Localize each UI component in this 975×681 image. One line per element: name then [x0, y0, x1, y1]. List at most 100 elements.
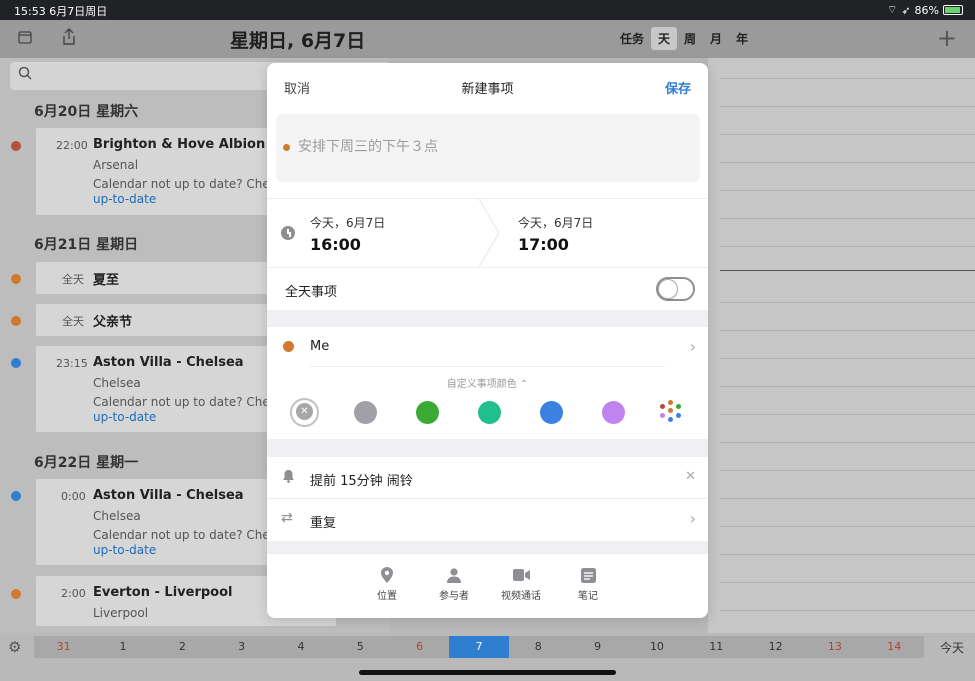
dialog-title: 新建事项	[461, 82, 514, 97]
location-button[interactable]: 位置	[352, 566, 422, 602]
no-color-swatch[interactable]	[290, 398, 319, 427]
event-dot	[11, 491, 21, 501]
date-strip-day[interactable]: 4	[271, 636, 330, 658]
tab-week[interactable]: 周	[677, 27, 703, 50]
end-time[interactable]: 今天，6月7日 17:00	[518, 214, 593, 254]
date-strip-day[interactable]: 8	[509, 636, 568, 658]
calendar-color-dot	[283, 341, 294, 352]
new-event-dialog: 新建事项 取消 保存 今天，6月7日 16:00 今天，6月7日 17:00 全…	[267, 63, 708, 618]
color-swatch-green[interactable]	[416, 401, 439, 424]
date-strip-day[interactable]: 2	[153, 636, 212, 658]
notes-button[interactable]: 笔记	[553, 566, 623, 602]
date-header: 6月21日 星期日	[34, 237, 139, 253]
video-camera-icon	[486, 566, 556, 584]
date-strip-day[interactable]: 10	[627, 636, 686, 658]
alarm-row[interactable]: 提前 15分钟 闹铃 ✕	[267, 457, 708, 499]
add-icon[interactable]: +	[937, 24, 957, 52]
view-tabs: 任务 天 周 月 年	[613, 27, 755, 50]
custom-color-toggle[interactable]: 自定义事项颜色 ⌃	[267, 375, 708, 390]
chevron-up-icon: ⌃	[519, 379, 529, 390]
dialog-toolbar: 位置 参与者 视频通话 笔记	[267, 553, 708, 618]
date-strip-day[interactable]: 6	[390, 636, 449, 658]
event-dot	[11, 589, 21, 599]
date-header: 6月20日 星期六	[34, 104, 139, 120]
date-strip-day[interactable]: 12	[746, 636, 805, 658]
video-call-button[interactable]: 视频通话	[486, 566, 556, 602]
date-strip-day[interactable]: 9	[568, 636, 627, 658]
dialog-header: 新建事项 取消 保存	[267, 63, 708, 109]
alarm-label: 提前 15分钟 闹铃	[310, 474, 413, 489]
event-dot	[11, 274, 21, 284]
app-toolbar: 星期日, 6月7日 任务 天 周 月 年 +	[0, 20, 975, 58]
start-time[interactable]: 今天，6月7日 16:00	[310, 214, 385, 254]
color-swatch-gray[interactable]	[354, 401, 377, 424]
date-strip-day[interactable]: 1	[93, 636, 152, 658]
clock-icon	[281, 226, 295, 240]
attendees-button[interactable]: 参与者	[419, 566, 489, 602]
date-strip-day[interactable]: 5	[331, 636, 390, 658]
date-strip-day[interactable]: 11	[687, 636, 746, 658]
divider	[267, 439, 708, 457]
status-right: ⌔ ➶ 86%	[887, 3, 963, 17]
color-picker	[289, 398, 689, 428]
event-dot	[11, 316, 21, 326]
calendar-color-dot	[283, 144, 290, 151]
chevron-right-icon: ›	[689, 337, 696, 356]
color-swatch-purple[interactable]	[602, 401, 625, 424]
up-to-date-link[interactable]: up-to-date	[93, 543, 156, 557]
chevron-right-icon: ›	[689, 509, 696, 528]
repeat-icon: ⇄	[281, 510, 293, 526]
save-button[interactable]: 保存	[665, 78, 691, 97]
calendar-select[interactable]: Me ›	[267, 327, 708, 367]
today-button[interactable]: 今天	[940, 639, 964, 656]
share-icon[interactable]	[62, 28, 76, 49]
home-indicator	[359, 670, 616, 675]
bell-icon	[282, 469, 295, 487]
time-separator	[478, 199, 500, 267]
up-to-date-link[interactable]: up-to-date	[93, 192, 156, 206]
day-grid[interactable]	[708, 58, 975, 633]
gear-icon[interactable]: ⚙	[8, 638, 21, 656]
event-dot	[11, 141, 21, 151]
event-title-box	[276, 114, 700, 182]
event-title-input[interactable]	[298, 134, 688, 160]
tab-day[interactable]: 天	[651, 27, 678, 50]
date-header: 6月22日 星期一	[34, 455, 139, 471]
event-dot	[11, 358, 21, 368]
all-day-label: 全天事项	[285, 285, 338, 300]
date-strip-day[interactable]: 31	[34, 636, 93, 658]
date-strip-day[interactable]: 3	[212, 636, 271, 658]
notes-icon	[553, 566, 623, 584]
date-strip: 31 1 2 3 4 5 6 7 8 9 10 11 12 13 14	[34, 636, 924, 658]
status-time: 15:53 6月7日周日	[14, 5, 108, 18]
page-title: 星期日, 6月7日	[230, 30, 366, 52]
date-strip-day[interactable]: 13	[805, 636, 864, 658]
battery-percent: 86%	[914, 3, 939, 17]
calendar-icon[interactable]	[18, 30, 32, 48]
cancel-button[interactable]: 取消	[284, 78, 310, 97]
tab-tasks[interactable]: 任务	[613, 27, 651, 50]
calendar-name: Me	[310, 339, 330, 354]
current-time-line	[720, 270, 975, 271]
repeat-label: 重复	[310, 516, 337, 531]
search-icon	[18, 66, 32, 84]
status-bar: 15:53 6月7日周日 ⌔ ➶ 86%	[0, 0, 975, 20]
more-colors-icon[interactable]	[658, 400, 684, 426]
remove-alarm-icon[interactable]: ✕	[685, 469, 696, 484]
date-strip-day[interactable]: 7	[449, 636, 509, 658]
color-swatch-blue[interactable]	[540, 401, 563, 424]
time-range: 今天，6月7日 16:00 今天，6月7日 17:00	[267, 198, 708, 268]
color-swatch-teal[interactable]	[478, 401, 501, 424]
battery-icon	[943, 5, 963, 15]
repeat-row[interactable]: ⇄ 重复 ›	[267, 499, 708, 541]
divider	[267, 541, 708, 553]
tab-year[interactable]: 年	[729, 27, 755, 50]
up-to-date-link[interactable]: up-to-date	[93, 410, 156, 424]
person-icon	[419, 566, 489, 584]
location-pin-icon	[352, 566, 422, 584]
location-icon: ➶	[901, 3, 911, 17]
date-strip-day[interactable]: 14	[865, 636, 924, 658]
divider	[267, 310, 708, 327]
all-day-toggle[interactable]	[656, 277, 695, 301]
tab-month[interactable]: 月	[703, 27, 729, 50]
